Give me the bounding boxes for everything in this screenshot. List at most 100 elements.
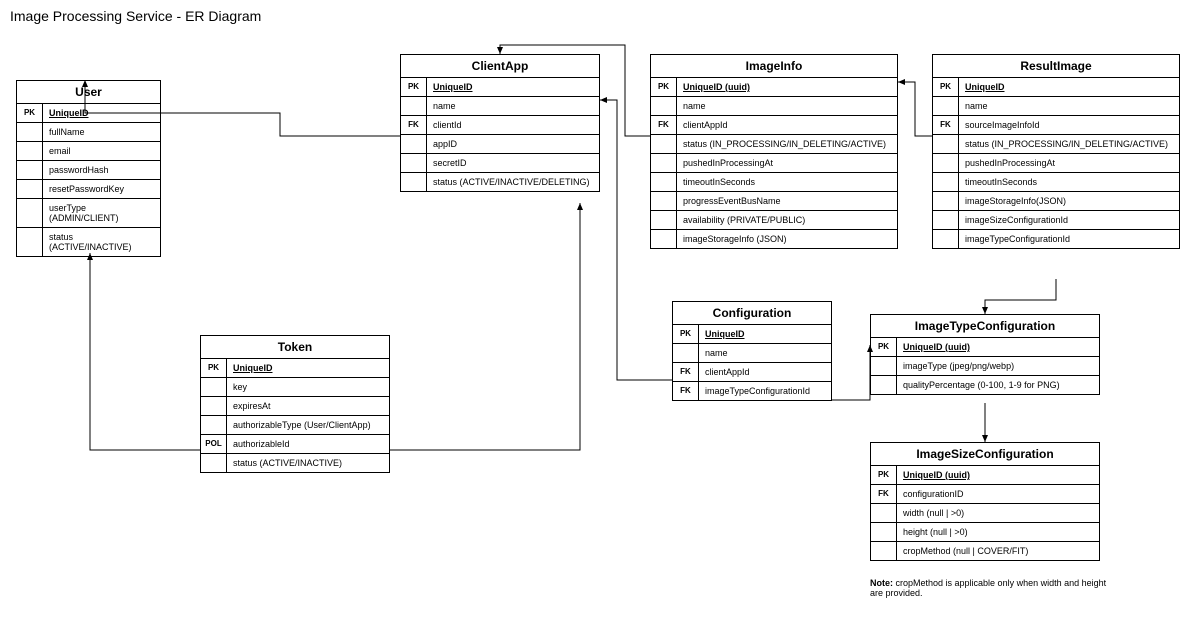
entity-row: fullName: [17, 123, 160, 142]
key-cell: FK: [673, 363, 699, 381]
attr-cell: width (null | >0): [897, 504, 1099, 522]
attr-cell: status (ACTIVE/INACTIVE/DELETING): [427, 173, 599, 191]
entity-row: timeoutInSeconds: [933, 173, 1179, 192]
attr-cell: appID: [427, 135, 599, 153]
entity-row: key: [201, 378, 389, 397]
key-cell: [933, 173, 959, 191]
key-cell: [401, 135, 427, 153]
attr-cell: key: [227, 378, 389, 396]
key-cell: [201, 416, 227, 434]
entity-row: imageStorageInfo(JSON): [933, 192, 1179, 211]
entity-row: qualityPercentage (0-100, 1-9 for PNG): [871, 376, 1099, 394]
entity-imagetypeconfiguration: ImageTypeConfiguration PKUniqueID (uuid)…: [870, 314, 1100, 395]
entity-row: FKimageTypeConfigurationId: [673, 382, 831, 400]
entity-token-title: Token: [201, 336, 389, 359]
entity-clientapp: ClientApp PKUniqueIDnameFKclientIdappID s…: [400, 54, 600, 192]
attr-cell: height (null | >0): [897, 523, 1099, 541]
entity-row: FKclientAppId: [673, 363, 831, 382]
entity-configuration: Configuration PKUniqueIDnameFKclientAppI…: [672, 301, 832, 401]
key-cell: [201, 397, 227, 415]
key-cell: [933, 230, 959, 248]
entity-row: imageTypeConfigurationId: [933, 230, 1179, 248]
attr-cell: UniqueID: [699, 325, 831, 343]
attr-cell: name: [677, 97, 897, 115]
key-cell: [401, 154, 427, 172]
key-cell: [17, 142, 43, 160]
attr-cell: fullName: [43, 123, 160, 141]
attr-cell: UniqueID: [959, 78, 1179, 96]
entity-row: timeoutInSeconds: [651, 173, 897, 192]
key-cell: [933, 192, 959, 210]
attr-cell: UniqueID (uuid): [897, 466, 1099, 484]
key-cell: FK: [401, 116, 427, 134]
entity-resultimage: ResultImage PKUniqueIDnameFKsourceImageI…: [932, 54, 1180, 249]
entity-row: status (IN_PROCESSING/IN_DELETING/ACTIVE…: [651, 135, 897, 154]
entity-row: PKUniqueID: [17, 104, 160, 123]
attr-cell: authorizableId: [227, 435, 389, 453]
attr-cell: imageStorageInfo(JSON): [959, 192, 1179, 210]
entity-imageinfo: ImageInfo PKUniqueID (uuid)nameFKclientA…: [650, 54, 898, 249]
key-cell: FK: [933, 116, 959, 134]
attr-cell: name: [427, 97, 599, 115]
entity-row: width (null | >0): [871, 504, 1099, 523]
key-cell: FK: [673, 382, 699, 400]
attr-cell: timeoutInSeconds: [677, 173, 897, 191]
attr-cell: email: [43, 142, 160, 160]
entity-row: PKUniqueID: [401, 78, 599, 97]
entity-row: pushedInProcessingAt: [651, 154, 897, 173]
note-cropmethod: Note: cropMethod is applicable only when…: [870, 578, 1120, 598]
key-cell: [933, 97, 959, 115]
entity-row: status (ACTIVE/INACTIVE): [17, 228, 160, 256]
entity-row: POLauthorizableId: [201, 435, 389, 454]
key-cell: PK: [933, 78, 959, 96]
key-cell: [651, 230, 677, 248]
attr-cell: availability (PRIVATE/PUBLIC): [677, 211, 897, 229]
key-cell: [201, 378, 227, 396]
key-cell: POL: [201, 435, 227, 453]
attr-cell: imageSizeConfigurationId: [959, 211, 1179, 229]
entity-imagesizeconfiguration-title: ImageSizeConfiguration: [871, 443, 1099, 466]
entity-row: PKUniqueID (uuid): [871, 466, 1099, 485]
attr-cell: pushedInProcessingAt: [959, 154, 1179, 172]
entity-row: status (ACTIVE/INACTIVE): [201, 454, 389, 472]
entity-row: email: [17, 142, 160, 161]
entity-imagesizeconfiguration: ImageSizeConfiguration PKUniqueID (uuid)…: [870, 442, 1100, 561]
entity-row: resetPasswordKey: [17, 180, 160, 199]
entity-row: FKclientId: [401, 116, 599, 135]
entity-row: name: [673, 344, 831, 363]
entity-row: height (null | >0): [871, 523, 1099, 542]
entity-imagetypeconfiguration-title: ImageTypeConfiguration: [871, 315, 1099, 338]
attr-cell: imageTypeConfigurationId: [699, 382, 831, 400]
attr-cell: qualityPercentage (0-100, 1-9 for PNG): [897, 376, 1099, 394]
attr-cell: cropMethod (null | COVER/FIT): [897, 542, 1099, 560]
key-cell: PK: [651, 78, 677, 96]
key-cell: FK: [651, 116, 677, 134]
key-cell: [651, 173, 677, 191]
key-cell: [17, 228, 43, 256]
key-cell: PK: [201, 359, 227, 377]
attr-cell: progressEventBusName: [677, 192, 897, 210]
attr-cell: resetPasswordKey: [43, 180, 160, 198]
entity-user-title: User: [17, 81, 160, 104]
entity-row: userType (ADMIN/CLIENT): [17, 199, 160, 228]
entity-row: progressEventBusName: [651, 192, 897, 211]
attr-cell: UniqueID (uuid): [677, 78, 897, 96]
attr-cell: clientAppId: [677, 116, 897, 134]
key-cell: PK: [871, 338, 897, 356]
attr-cell: sourceImageInfoId: [959, 116, 1179, 134]
key-cell: [871, 542, 897, 560]
entity-user: User PKUniqueIDfullNameemailpasswordHash…: [16, 80, 161, 257]
entity-resultimage-title: ResultImage: [933, 55, 1179, 78]
entity-row: PKUniqueID: [673, 325, 831, 344]
entity-row: imageType (jpeg/png/webp): [871, 357, 1099, 376]
key-cell: PK: [871, 466, 897, 484]
key-cell: [17, 199, 43, 227]
key-cell: [401, 173, 427, 191]
attr-cell: clientId: [427, 116, 599, 134]
key-cell: PK: [17, 104, 43, 122]
entity-clientapp-title: ClientApp: [401, 55, 599, 78]
attr-cell: clientAppId: [699, 363, 831, 381]
entity-row: authorizableType (User/ClientApp): [201, 416, 389, 435]
attr-cell: status (ACTIVE/INACTIVE): [227, 454, 389, 472]
entity-row: FKclientAppId: [651, 116, 897, 135]
